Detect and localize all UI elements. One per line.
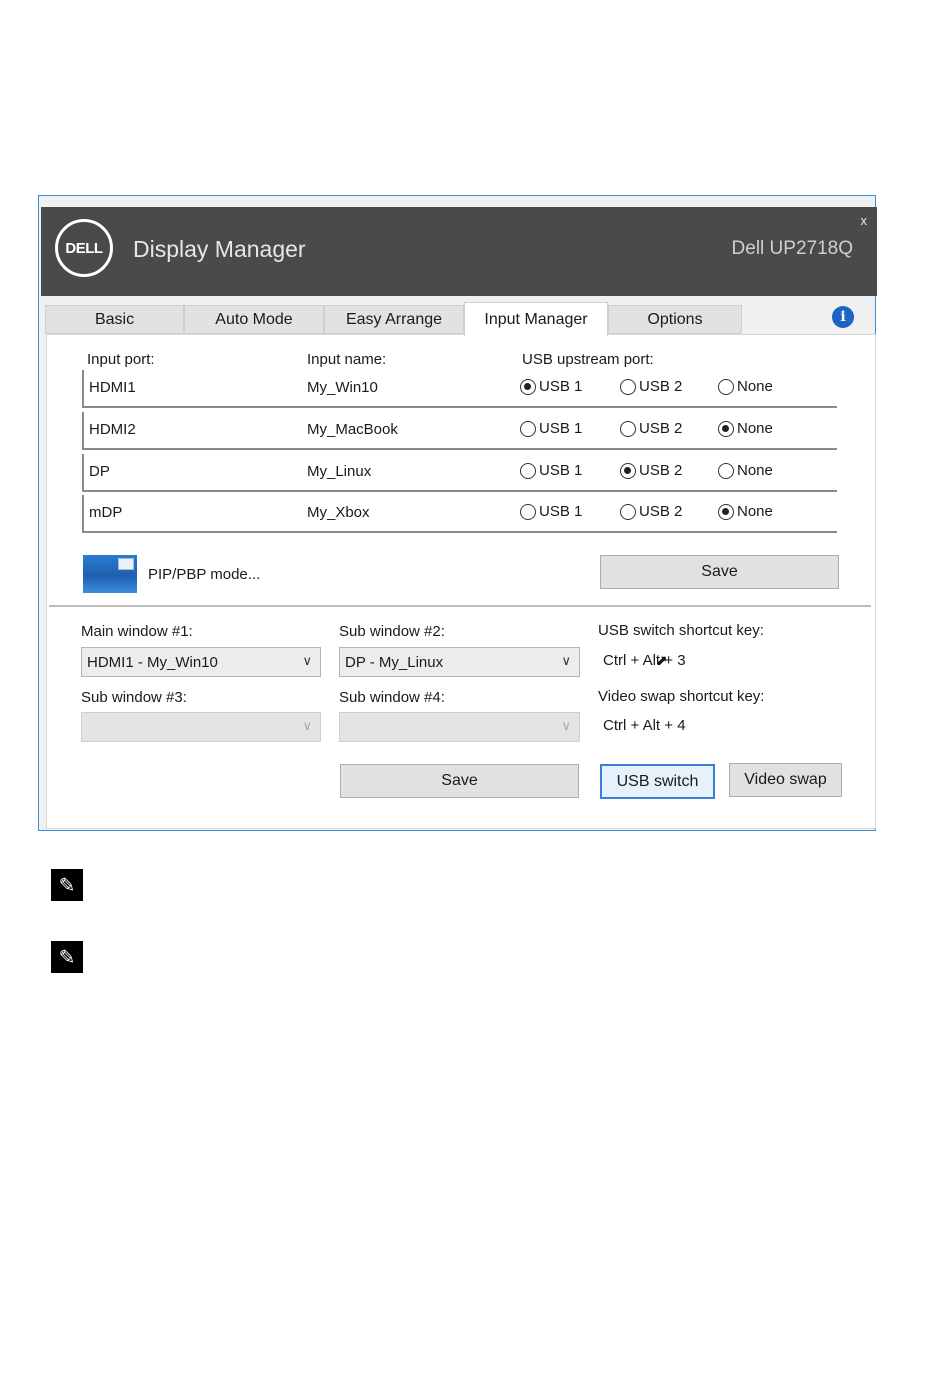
sub-window-2-label: Sub window #2: — [339, 623, 445, 640]
input-port-name: HDMI2 — [89, 421, 136, 438]
usb-radio-usb2[interactable]: USB 2 — [620, 378, 682, 395]
sub-window-4-label: Sub window #4: — [339, 689, 445, 706]
radio-circle-icon — [718, 420, 734, 437]
usb-radio-none[interactable]: None — [718, 378, 773, 395]
tab-basic[interactable]: Basic — [45, 305, 184, 334]
input-name-value: My_Xbox — [307, 504, 370, 521]
usb-radio-usb1[interactable]: USB 1 — [520, 378, 582, 395]
input-port-name: HDMI1 — [89, 379, 136, 396]
note-pencil-icon: ✎ — [51, 941, 83, 973]
tab-options[interactable]: Options — [608, 305, 742, 334]
input-port-row: DP My_Linux USB 1 USB 2 None — [82, 454, 837, 492]
radio-circle-icon — [520, 503, 536, 520]
usb-radio-usb1[interactable]: USB 1 — [520, 462, 582, 479]
video-swap-shortcut-value: Ctrl + Alt + 4 — [603, 717, 686, 734]
input-name-value: My_Linux — [307, 463, 372, 480]
section-divider — [49, 605, 871, 607]
usb-switch-button[interactable]: USB switch — [600, 764, 715, 799]
main-window-1-label: Main window #1: — [81, 623, 193, 640]
usb-radio-label: USB 2 — [639, 420, 683, 437]
radio-circle-icon — [620, 503, 636, 520]
usb-radio-usb2[interactable]: USB 2 — [620, 503, 682, 520]
sub-window-3-label: Sub window #3: — [81, 689, 187, 706]
save-input-button[interactable]: Save — [600, 555, 839, 589]
radio-circle-icon — [718, 503, 734, 520]
radio-circle-icon — [520, 462, 536, 479]
usb-radio-label: None — [737, 462, 773, 479]
usb-radio-none[interactable]: None — [718, 503, 773, 520]
input-port-row: HDMI2 My_MacBook USB 1 USB 2 None — [82, 412, 837, 450]
radio-circle-icon — [520, 378, 536, 395]
sub-window-2-value: DP - My_Linux — [345, 653, 444, 671]
mouse-pointer-icon: ⬈ — [656, 652, 668, 668]
radio-circle-icon — [718, 462, 734, 479]
usb-radio-label: USB 2 — [639, 462, 683, 479]
sub-window-2-select[interactable]: DP - My_Linux ∨ — [339, 647, 580, 677]
usb-shortcut-value: Ctrl + Alt + 3 — [603, 652, 686, 669]
usb-radio-label: None — [737, 420, 773, 437]
pip-pbp-link[interactable]: PIP/PBP mode... — [148, 566, 260, 583]
radio-circle-icon — [520, 420, 536, 437]
usb-radio-label: None — [737, 378, 773, 395]
video-swap-button[interactable]: Video swap — [729, 763, 842, 797]
usb-shortcut-label: USB switch shortcut key: — [598, 622, 764, 639]
dell-logo: DELL — [55, 219, 113, 277]
tab-easy-arrange[interactable]: Easy Arrange — [324, 305, 464, 334]
chevron-down-icon: ∨ — [302, 653, 312, 668]
display-manager-window: DELL Display Manager Dell UP2718Q x Basi… — [38, 195, 877, 831]
save-windows-button[interactable]: Save — [340, 764, 579, 798]
input-port-name: mDP — [89, 504, 123, 521]
chevron-down-icon: ∨ — [561, 653, 571, 668]
tab-auto-mode[interactable]: Auto Mode — [184, 305, 324, 334]
sub-window-4-select[interactable]: ∨ — [339, 712, 580, 742]
main-window-1-select[interactable]: HDMI1 - My_Win10 ∨ — [81, 647, 321, 677]
usb-upstream-header: USB upstream port: — [522, 351, 654, 368]
usb-radio-label: USB 2 — [639, 378, 683, 395]
usb-radio-usb1[interactable]: USB 1 — [520, 420, 582, 437]
input-name-value: My_MacBook — [307, 421, 398, 438]
main-window-1-value: HDMI1 - My_Win10 — [87, 653, 218, 671]
app-title: Display Manager — [133, 236, 306, 262]
title-bar: DELL Display Manager Dell UP2718Q x — [41, 207, 877, 296]
usb-radio-label: USB 1 — [539, 378, 583, 395]
usb-radio-usb1[interactable]: USB 1 — [520, 503, 582, 520]
usb-radio-label: USB 1 — [539, 420, 583, 437]
input-manager-panel: Input port: Input name: USB upstream por… — [46, 334, 876, 829]
info-icon[interactable]: i — [832, 306, 854, 328]
close-button[interactable]: x — [861, 213, 868, 228]
usb-radio-usb2[interactable]: USB 2 — [620, 420, 682, 437]
radio-circle-icon — [620, 462, 636, 479]
input-port-name: DP — [89, 463, 110, 480]
sub-window-3-select[interactable]: ∨ — [81, 712, 321, 742]
usb-radio-usb2[interactable]: USB 2 — [620, 462, 682, 479]
chevron-down-icon: ∨ — [302, 718, 312, 733]
pip-pbp-icon[interactable] — [83, 555, 137, 593]
usb-radio-label: None — [737, 503, 773, 520]
usb-radio-label: USB 1 — [539, 503, 583, 520]
input-port-header: Input port: — [87, 351, 155, 368]
usb-radio-none[interactable]: None — [718, 420, 773, 437]
input-name-value: My_Win10 — [307, 379, 378, 396]
video-swap-shortcut-label: Video swap shortcut key: — [598, 688, 765, 705]
usb-radio-label: USB 2 — [639, 503, 683, 520]
note-pencil-icon: ✎ — [51, 869, 83, 901]
radio-circle-icon — [620, 420, 636, 437]
monitor-model: Dell UP2718Q — [731, 238, 853, 259]
input-port-row: HDMI1 My_Win10 USB 1 USB 2 None — [82, 370, 837, 408]
input-name-header: Input name: — [307, 351, 387, 368]
input-port-row: mDP My_Xbox USB 1 USB 2 None — [82, 495, 837, 533]
radio-circle-icon — [718, 378, 734, 395]
chevron-down-icon: ∨ — [561, 718, 571, 733]
usb-radio-label: USB 1 — [539, 462, 583, 479]
tab-input-manager[interactable]: Input Manager — [464, 302, 608, 336]
radio-circle-icon — [620, 378, 636, 395]
usb-radio-none[interactable]: None — [718, 462, 773, 479]
